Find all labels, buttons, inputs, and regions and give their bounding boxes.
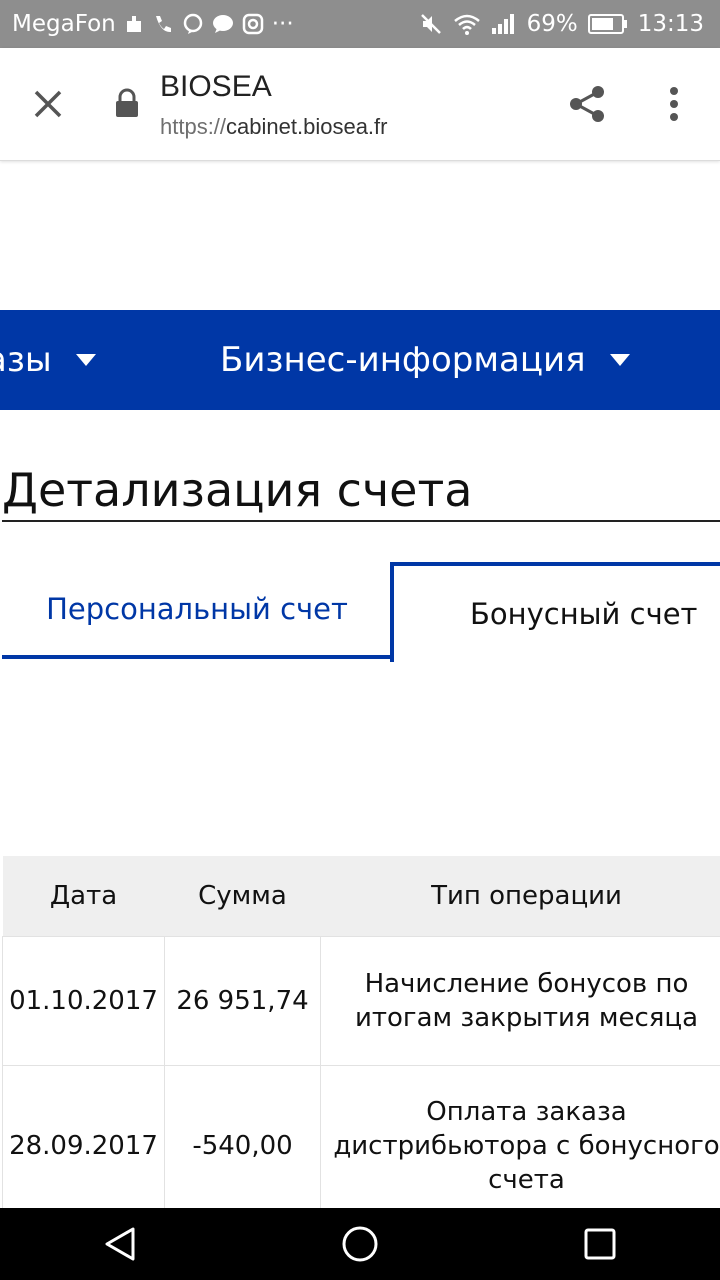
nav-item-business-info[interactable]: Бизнес-информация (220, 310, 630, 410)
page-title: Детализация счета (2, 460, 720, 522)
phone-icon (152, 13, 174, 35)
tab-personal-account[interactable]: Персональный счет (2, 563, 392, 659)
cell-sum: 26 951,74 (164, 936, 321, 1066)
table-row: 01.10.2017 26 951,74 Начисление бонусов … (2, 936, 720, 1066)
instagram-icon (242, 13, 264, 35)
site-title: BIOSEA (160, 70, 272, 103)
main-nav: азы Бизнес-информация (0, 310, 720, 410)
transactions-table: Дата Сумма Тип операции 01.10.2017 26 95… (2, 856, 720, 1227)
recents-button[interactable] (540, 1208, 660, 1280)
url-scheme: https:// (160, 114, 227, 139)
viber-icon (182, 13, 204, 35)
cell-operation-type: Начисление бонусов по итогам закрытия ме… (320, 936, 720, 1066)
caret-down-icon (609, 354, 630, 366)
signal-icon (491, 13, 517, 35)
carrier-label: MegaFon (12, 11, 116, 37)
home-icon (342, 1226, 378, 1262)
message-icon (212, 13, 234, 35)
back-icon (105, 1227, 135, 1261)
tab-bonus-account[interactable]: Бонусный счет (390, 562, 720, 662)
close-icon (34, 90, 62, 118)
share-icon (570, 86, 604, 122)
browser-toolbar: BIOSEA https://cabinet.biosea.fr (0, 48, 720, 161)
more-vert-icon (670, 87, 678, 121)
clock: 13:13 (637, 11, 704, 37)
table-header-row: Дата Сумма Тип операции (2, 856, 720, 937)
caret-down-icon (75, 354, 96, 366)
more-options-button[interactable] (652, 80, 696, 128)
system-nav-bar (0, 1208, 720, 1280)
recents-icon (584, 1228, 616, 1260)
table-row: 28.09.2017 -540,00 Оплата заказа дистриб… (2, 1065, 720, 1227)
nav-item-label: азы (0, 340, 52, 380)
sim-icon (124, 14, 144, 34)
cell-date: 01.10.2017 (2, 936, 165, 1066)
cell-operation-type: Оплата заказа дистрибьютора с бонусного … (320, 1065, 720, 1227)
site-url[interactable]: https://cabinet.biosea.fr (160, 114, 387, 140)
nav-item-label: Бизнес-информация (220, 340, 586, 380)
back-button[interactable] (60, 1208, 180, 1280)
cell-date: 28.09.2017 (2, 1065, 165, 1227)
column-header-date: Дата (2, 856, 165, 937)
status-bar: MegaFon ··· 69% 13:13 (0, 0, 720, 48)
share-button[interactable] (564, 80, 612, 128)
lock-icon (114, 88, 140, 122)
close-button[interactable] (24, 80, 72, 128)
battery-label: 69% (526, 11, 578, 37)
home-button[interactable] (300, 1208, 420, 1280)
wifi-icon (453, 12, 481, 36)
more-notifications: ··· (271, 11, 294, 37)
battery-icon (587, 13, 628, 35)
column-header-operation-type: Тип операции (320, 856, 720, 937)
cell-sum: -540,00 (164, 1065, 321, 1227)
url-host: cabinet.biosea.fr (226, 114, 388, 139)
mute-icon (419, 12, 443, 36)
column-header-sum: Сумма (164, 856, 321, 937)
nav-item-orders[interactable]: азы (0, 310, 96, 410)
